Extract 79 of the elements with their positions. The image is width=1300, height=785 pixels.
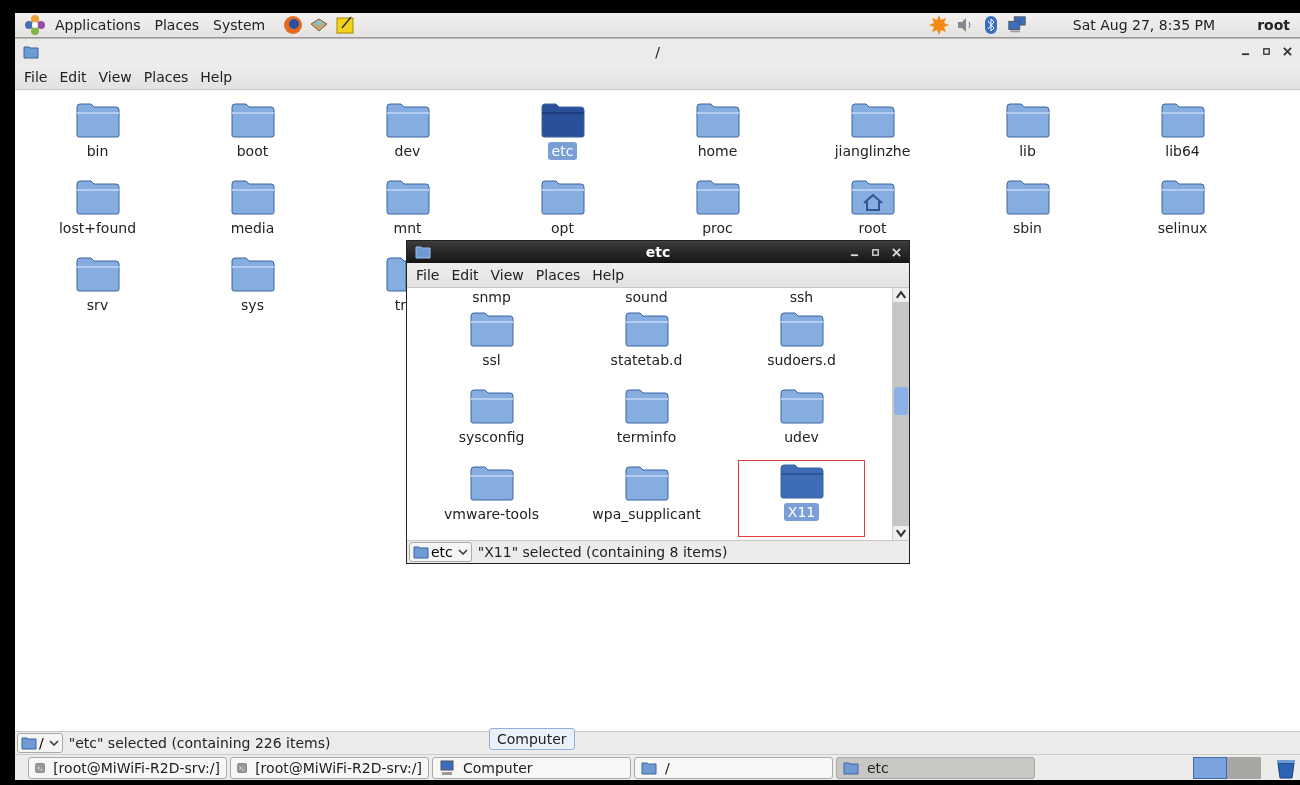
taskbar-button[interactable]: / — [634, 756, 833, 779]
tooltip: Computer — [489, 728, 575, 750]
folder-name[interactable]: jianglinzhe — [830, 142, 915, 160]
home-folder-icon[interactable] — [850, 179, 895, 215]
folder-name[interactable]: boot — [232, 142, 273, 160]
folder-name[interactable]: mnt — [389, 219, 426, 237]
folder-name[interactable]: root — [854, 219, 891, 237]
folder-name[interactable]: lost+found — [54, 219, 141, 237]
folder-name[interactable]: home — [693, 142, 742, 160]
menu-item[interactable]: Places — [138, 68, 194, 85]
folder-icon — [843, 759, 859, 776]
menu-item[interactable]: Places — [530, 267, 586, 283]
folder-name[interactable]: selinux — [1153, 219, 1212, 237]
menu-item[interactable]: File — [19, 68, 53, 85]
folder-icon[interactable] — [540, 102, 585, 138]
folder-name[interactable]: vmware-tools — [440, 505, 543, 523]
folder-name[interactable]: sysconfig — [454, 428, 529, 446]
folder-name[interactable]: ssl — [478, 351, 505, 369]
status-text: "X11" selected (containing 8 items) — [477, 544, 728, 560]
sun-icon[interactable] — [928, 15, 949, 35]
taskbar-button[interactable]: etc — [836, 756, 1035, 779]
folder-name[interactable]: sys — [237, 296, 268, 314]
panel-menu[interactable]: Places — [150, 17, 204, 33]
folder-icon — [23, 44, 39, 59]
folder-name[interactable]: wpa_supplicant — [588, 505, 705, 523]
folder-name[interactable]: snmp — [468, 288, 515, 308]
notepad-icon[interactable] — [335, 15, 356, 35]
folder-icon[interactable] — [779, 463, 824, 499]
folder-name[interactable]: proc — [698, 219, 737, 237]
menu-item[interactable]: Edit — [54, 68, 92, 85]
taskbar-button[interactable]: Computer — [432, 756, 631, 779]
menu-item[interactable]: Help — [587, 267, 630, 283]
chevron-down-icon — [457, 549, 468, 555]
folder-name[interactable]: lib — [1015, 142, 1040, 160]
menu-item[interactable]: Help — [195, 68, 238, 85]
menu-item[interactable]: File — [411, 267, 445, 283]
menu-item[interactable]: View — [485, 267, 529, 283]
folder-name[interactable]: bin — [82, 142, 113, 160]
status-text: "etc" selected (containing 226 items) — [68, 735, 331, 751]
flower-logo-icon — [25, 15, 45, 35]
folder-icon — [415, 245, 431, 259]
panel-menu[interactable]: System — [209, 17, 270, 33]
folder-name[interactable]: tr — [394, 296, 406, 314]
panel-menu[interactable]: Applications — [51, 17, 145, 33]
scrollbar[interactable] — [892, 288, 909, 540]
scrollbar-thumb[interactable] — [894, 387, 908, 415]
monitors-icon[interactable] — [1006, 15, 1027, 35]
folder-name[interactable]: statetab.d — [606, 351, 687, 369]
folder-name[interactable]: lib64 — [1161, 142, 1204, 160]
folder-name[interactable]: terminfo — [612, 428, 681, 446]
location-dropdown[interactable]: / — [17, 733, 63, 753]
taskbar-button[interactable]: [root@MiWiFi-R2D-srv:/] — [230, 756, 429, 779]
folder-name[interactable]: dev — [390, 142, 425, 160]
folder-name[interactable]: srv — [82, 296, 113, 314]
menu-item[interactable]: View — [93, 68, 137, 85]
maximize-icon[interactable] — [1262, 47, 1271, 56]
workspace[interactable] — [1193, 756, 1227, 779]
folder-name[interactable]: opt — [547, 219, 578, 237]
folder-name[interactable]: ssh — [785, 288, 818, 308]
folder-name[interactable]: sbin — [1009, 219, 1046, 237]
location-dropdown[interactable]: etc — [409, 542, 472, 562]
chevron-down-icon — [48, 740, 59, 746]
workspace[interactable] — [1227, 756, 1261, 779]
folder-icon — [413, 545, 429, 559]
folder-icon — [21, 736, 37, 750]
window-title: / — [654, 43, 661, 60]
folder-name[interactable]: sudoers.d — [763, 351, 840, 369]
computer-icon — [439, 759, 455, 776]
folder-name[interactable]: sound — [621, 288, 672, 308]
folder-icon — [641, 759, 657, 776]
folder-name[interactable]: udev — [780, 428, 823, 446]
taskbar-button[interactable]: [root@MiWiFi-R2D-srv:/] — [28, 756, 227, 779]
folder-name[interactable]: media — [226, 219, 279, 237]
user-name[interactable]: root — [1257, 17, 1290, 33]
globe-icon[interactable] — [283, 15, 304, 35]
menu-item[interactable]: Edit — [446, 267, 484, 283]
window-title: etc — [644, 244, 672, 260]
close-icon[interactable] — [1283, 47, 1292, 56]
clock[interactable]: Sat Aug 27, 8:35 PM — [1072, 17, 1216, 33]
